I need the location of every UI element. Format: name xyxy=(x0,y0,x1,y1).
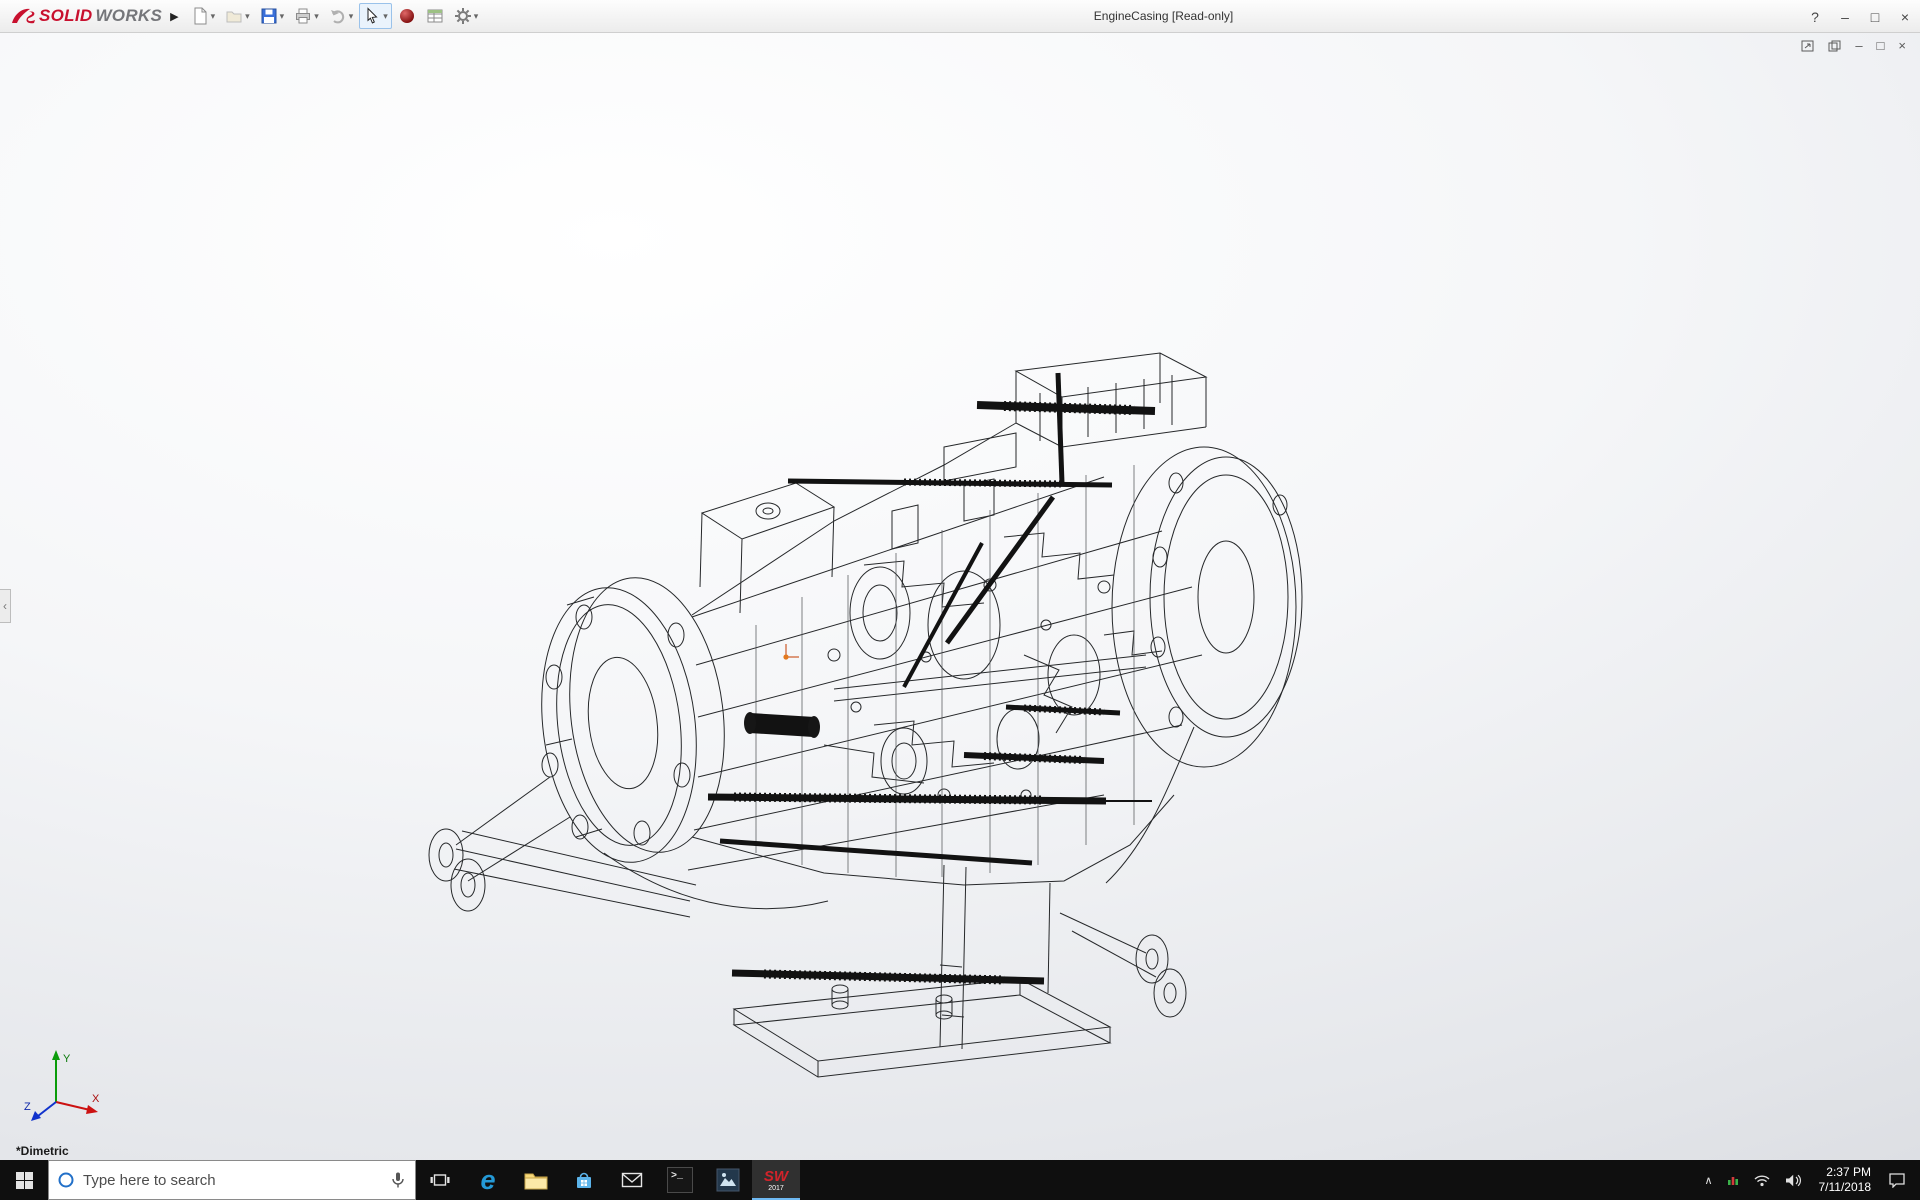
file-explorer-button[interactable] xyxy=(512,1160,560,1200)
task-view-button[interactable] xyxy=(416,1160,464,1200)
tray-chevron-up-icon[interactable]: ∧ xyxy=(1697,1160,1719,1200)
toolbar-flyout-arrow-icon[interactable]: ▶ xyxy=(168,6,186,27)
document-window-controls: – □ × xyxy=(1801,39,1906,52)
graphics-area[interactable]: – □ × ‹ xyxy=(0,33,1920,1160)
brand-works: WORKS xyxy=(95,6,162,26)
dropdown-caret-icon[interactable]: ▾ xyxy=(211,11,216,22)
gear-icon xyxy=(454,7,472,25)
window-title: EngineCasing [Read-only] xyxy=(1094,9,1233,23)
store-bag-icon xyxy=(573,1169,595,1191)
triad-y-label: Y xyxy=(63,1053,71,1065)
red-sphere-icon xyxy=(398,7,416,25)
dropdown-caret-icon[interactable]: ▾ xyxy=(474,11,479,22)
engine-casing-wireframe[interactable] xyxy=(404,325,1314,1085)
orientation-triad: Y X Z xyxy=(22,1040,106,1124)
photos-icon xyxy=(716,1168,740,1192)
mail-button[interactable] xyxy=(608,1160,656,1200)
doc-restore-button[interactable]: □ xyxy=(1877,39,1885,52)
doc-close-button[interactable]: × xyxy=(1898,39,1906,52)
window-new-icon[interactable] xyxy=(1828,40,1841,52)
solidworks-sw-glyph: SW xyxy=(764,1169,788,1184)
clock-time: 2:37 PM xyxy=(1819,1165,1872,1180)
volume-icon[interactable] xyxy=(1778,1160,1809,1200)
command-prompt-button[interactable]: >_ xyxy=(656,1160,704,1200)
clock-date: 7/11/2018 xyxy=(1819,1180,1872,1195)
undo-icon xyxy=(329,7,347,25)
triad-x-label: X xyxy=(92,1093,100,1105)
wireframe-outlines xyxy=(429,353,1302,1077)
system-tray: ∧ 2:37 PM 7/11/2018 xyxy=(1697,1160,1920,1200)
print-button[interactable]: ▾ xyxy=(290,3,323,29)
edge-button[interactable]: e xyxy=(464,1160,512,1200)
mail-envelope-icon xyxy=(621,1171,643,1189)
new-document-button[interactable]: ▾ xyxy=(187,3,220,29)
dropdown-caret-icon[interactable]: ▾ xyxy=(383,11,388,22)
command-prompt-icon: >_ xyxy=(667,1167,693,1193)
sphere-tool-button[interactable] xyxy=(394,3,420,29)
dropdown-caret-icon[interactable]: ▾ xyxy=(349,11,354,22)
save-button[interactable]: ▾ xyxy=(256,3,289,29)
origin-marker xyxy=(783,644,799,660)
solidworks-taskbar-button[interactable]: SW 2017 xyxy=(752,1160,800,1200)
titlebar: SOLIDWORKS ▶ ▾ ▾ ▾ xyxy=(0,0,1920,33)
file-explorer-icon xyxy=(524,1170,548,1190)
action-center-icon[interactable] xyxy=(1881,1160,1913,1200)
print-icon xyxy=(294,7,312,25)
help-button[interactable]: ? xyxy=(1800,0,1830,33)
minimize-button[interactable]: – xyxy=(1830,0,1860,33)
undo-button[interactable]: ▾ xyxy=(325,3,358,29)
dropdown-caret-icon[interactable]: ▾ xyxy=(245,11,250,22)
select-cursor-icon xyxy=(363,7,381,25)
save-icon xyxy=(260,7,278,25)
microphone-icon[interactable] xyxy=(389,1171,407,1189)
taskbar-clock[interactable]: 2:37 PM 7/11/2018 xyxy=(1809,1165,1882,1195)
start-button[interactable] xyxy=(0,1160,48,1200)
options-table-button[interactable] xyxy=(422,3,448,29)
windows-logo-icon xyxy=(16,1172,33,1189)
view-orientation-label: *Dimetric xyxy=(16,1144,69,1158)
dassault-mark-icon xyxy=(10,6,36,26)
search-input[interactable] xyxy=(83,1172,381,1189)
solidworks-year-label: 2017 xyxy=(768,1185,784,1192)
wireframe-shafts xyxy=(708,373,1155,981)
dropdown-caret-icon[interactable]: ▾ xyxy=(314,11,319,22)
window-controls: ? – □ × xyxy=(1800,0,1920,33)
select-tool-button[interactable]: ▾ xyxy=(359,3,392,29)
open-button[interactable]: ▾ xyxy=(221,3,254,29)
featuremanager-collapse-arrow[interactable]: ‹ xyxy=(0,589,11,623)
cortana-icon xyxy=(57,1171,75,1189)
brand-solid: SOLID xyxy=(39,6,92,26)
triad-z-label: Z xyxy=(24,1101,31,1113)
task-view-icon xyxy=(430,1171,450,1189)
resource-monitor-icon[interactable] xyxy=(1720,1160,1746,1200)
solidworks-logo: SOLIDWORKS xyxy=(0,6,168,26)
store-button[interactable] xyxy=(560,1160,608,1200)
solidworks-app-icon: SW 2017 xyxy=(764,1169,788,1192)
taskbar-search[interactable] xyxy=(48,1160,416,1200)
open-folder-icon xyxy=(225,7,243,25)
edge-icon: e xyxy=(480,1167,495,1194)
close-button[interactable]: × xyxy=(1890,0,1920,33)
doc-minimize-button[interactable]: – xyxy=(1855,39,1862,52)
quick-access-toolbar: ▾ ▾ ▾ ▾ xyxy=(187,3,483,29)
new-document-icon xyxy=(191,7,209,25)
network-icon[interactable] xyxy=(1746,1160,1778,1200)
window-arrange-icon[interactable] xyxy=(1801,40,1814,52)
photos-button[interactable] xyxy=(704,1160,752,1200)
maximize-button[interactable]: □ xyxy=(1860,0,1890,33)
dropdown-caret-icon[interactable]: ▾ xyxy=(280,11,285,22)
table-icon xyxy=(426,7,444,25)
windows-taskbar: e >_ SW 2017 xyxy=(0,1160,1920,1200)
settings-button[interactable]: ▾ xyxy=(450,3,483,29)
